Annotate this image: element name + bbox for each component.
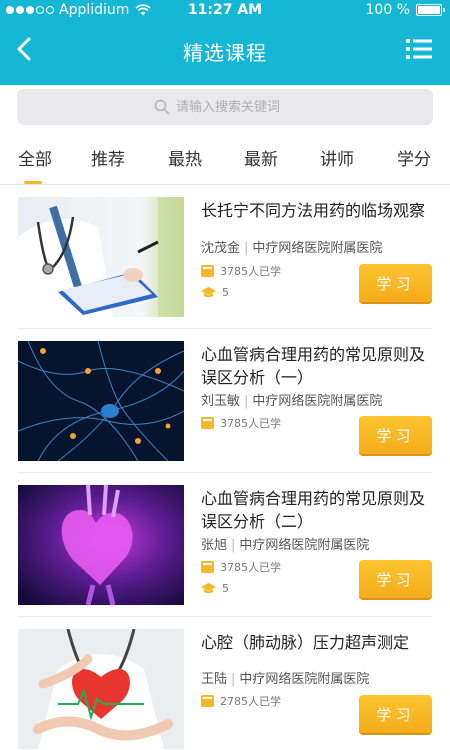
- teacher-org: 中疗网络医院附属医院: [252, 394, 383, 409]
- course-teacher: 张旭 | 中疗网络医院附属医院: [201, 538, 370, 553]
- learner-count: 2785人已学: [201, 693, 281, 709]
- active-tab-indicator: [24, 181, 42, 184]
- teacher-org: 中疗网络医院附属医院: [239, 538, 370, 553]
- learner-count: 3785人已学: [201, 559, 281, 575]
- teacher-name: 王陆: [201, 672, 228, 687]
- course-item[interactable]: 心腔（肺动脉）压力超声测定 王陆 | 中疗网络医院附属医院 2785人已学 学习: [0, 617, 450, 750]
- course-thumbnail: [18, 341, 184, 461]
- tab-newest[interactable]: 最新: [244, 145, 278, 170]
- course-teacher: 刘玉敏 | 中疗网络医院附属医院: [201, 394, 383, 409]
- teacher-org: 中疗网络医院附属医院: [252, 241, 383, 256]
- category-tabs: 全部 推荐 最热 最新 讲师 学分: [0, 139, 450, 185]
- graduation-cap-icon: [201, 583, 216, 594]
- course-thumbnail: [18, 197, 184, 317]
- tab-lecturers[interactable]: 讲师: [320, 145, 354, 170]
- study-button[interactable]: 学习: [359, 416, 432, 454]
- book-icon: [201, 561, 214, 573]
- tab-all[interactable]: 全部: [18, 145, 52, 170]
- book-icon: [201, 695, 214, 707]
- teacher-name: 沈茂金: [201, 241, 241, 256]
- course-teacher: 沈茂金 | 中疗网络医院附属医院: [201, 241, 383, 256]
- course-item[interactable]: 长托宁不同方法用药的临场观察 沈茂金 | 中疗网络医院附属医院 3785人已学 5 …: [0, 185, 450, 329]
- course-title[interactable]: 心腔（肺动脉）压力超声测定: [201, 631, 431, 654]
- graduation-cap-icon: [201, 287, 216, 298]
- learner-count: 3785人已学: [201, 263, 281, 279]
- tab-recommended[interactable]: 推荐: [91, 145, 125, 170]
- learner-count: 3785人已学: [201, 415, 281, 431]
- book-icon: [201, 417, 214, 429]
- course-thumbnail: [18, 629, 184, 749]
- teacher-org: 中疗网络医院附属医院: [239, 672, 370, 687]
- study-button[interactable]: 学习: [359, 560, 432, 598]
- teacher-name: 张旭: [201, 538, 228, 553]
- tab-credits[interactable]: 学分: [397, 145, 431, 170]
- course-title[interactable]: 长托宁不同方法用药的临场观察: [201, 199, 431, 222]
- course-item[interactable]: 心血管病合理用药的常见原则及误区分析（二） 张旭 | 中疗网络医院附属医院 3785…: [0, 473, 450, 617]
- search-input[interactable]: [176, 99, 296, 115]
- list-menu-icon[interactable]: [406, 38, 432, 60]
- study-button[interactable]: 学习: [359, 264, 432, 302]
- book-icon: [201, 265, 214, 277]
- battery-icon: [416, 4, 445, 16]
- course-rank: 5: [201, 582, 229, 595]
- tab-hottest[interactable]: 最热: [168, 145, 202, 170]
- status-bar: Applidium 11:27 AM 100 %: [0, 0, 450, 22]
- course-item[interactable]: 心血管病合理用药的常见原则及误区分析（一） 刘玉敏 | 中疗网络医院附属医院 378…: [0, 329, 450, 473]
- study-button[interactable]: 学习: [359, 695, 432, 733]
- page-title: 精选课程: [183, 41, 267, 65]
- search-bar[interactable]: [17, 89, 433, 125]
- course-rank: 5: [201, 286, 229, 299]
- header-bar: Applidium 11:27 AM 100 % 精选课程: [0, 0, 450, 85]
- course-teacher: 王陆 | 中疗网络医院附属医院: [201, 672, 370, 687]
- course-title[interactable]: 心血管病合理用药的常见原则及误区分析（二）: [201, 487, 431, 533]
- search-icon: [154, 99, 170, 115]
- battery-percent: 100 %: [365, 2, 410, 18]
- course-title[interactable]: 心血管病合理用药的常见原则及误区分析（一）: [201, 343, 431, 389]
- back-icon[interactable]: [12, 36, 38, 62]
- course-thumbnail: [18, 485, 184, 605]
- teacher-name: 刘玉敏: [201, 394, 241, 409]
